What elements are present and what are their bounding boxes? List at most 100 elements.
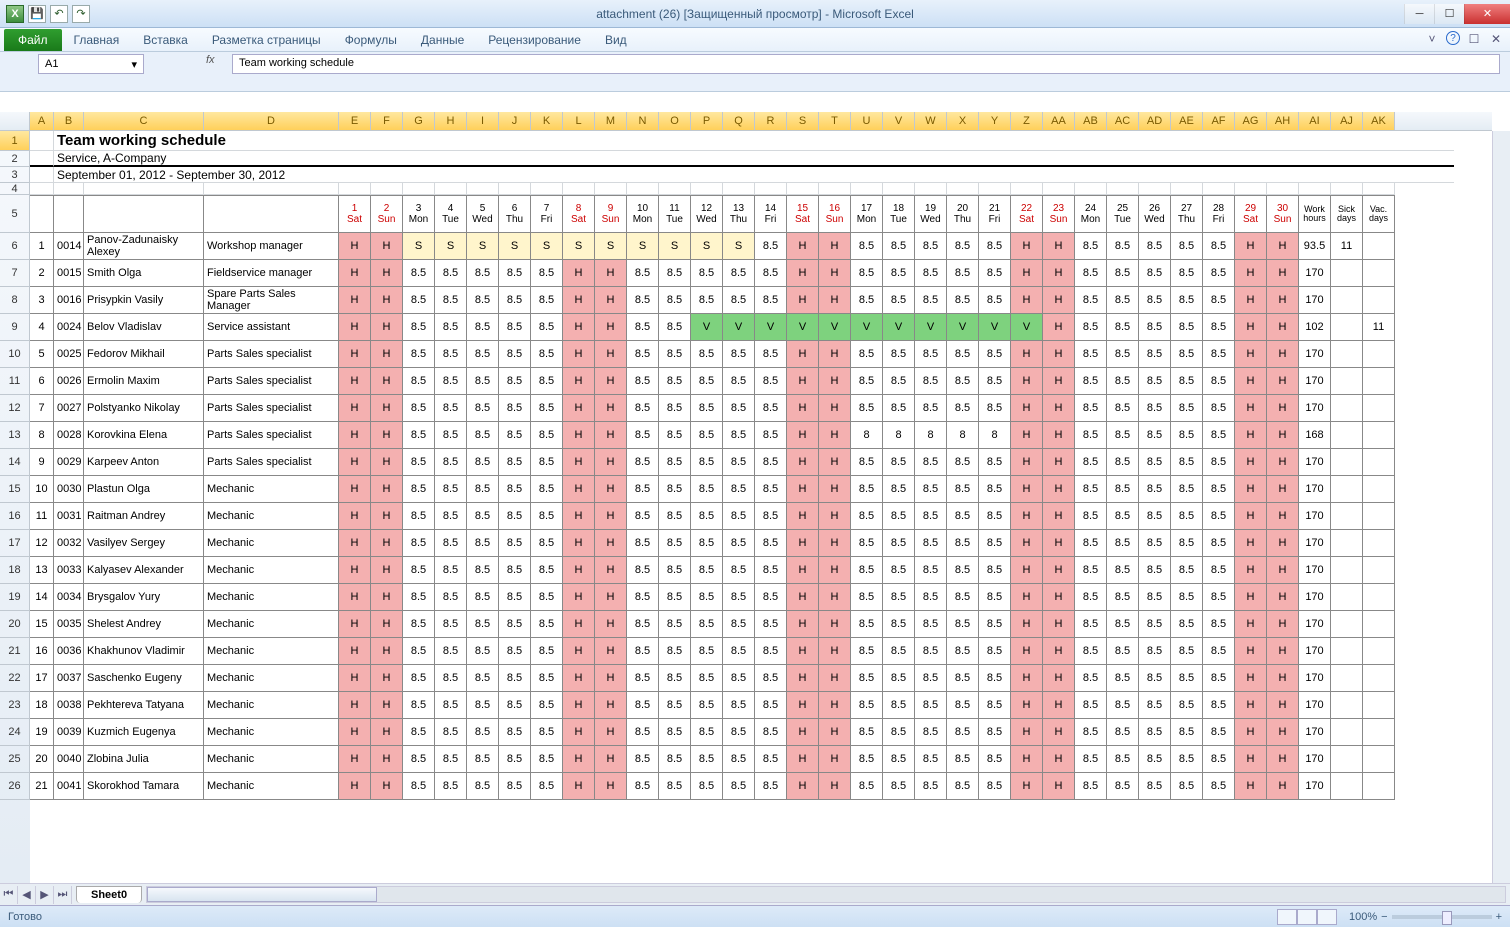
cell[interactable]: H — [1011, 341, 1043, 368]
cell[interactable]: Korovkina Elena — [84, 422, 204, 449]
cell[interactable]: 0036 — [54, 638, 84, 665]
cell[interactable]: Mechanic — [204, 638, 339, 665]
cell[interactable]: 8.5 — [403, 692, 435, 719]
cell[interactable]: 8.5 — [1107, 287, 1139, 314]
cell[interactable]: Mechanic — [204, 476, 339, 503]
cell[interactable]: H — [1235, 422, 1267, 449]
cell[interactable]: H — [339, 530, 371, 557]
cell[interactable]: Mechanic — [204, 773, 339, 800]
cell[interactable]: H — [371, 503, 403, 530]
cell[interactable]: 8.5 — [499, 341, 531, 368]
cell[interactable] — [691, 183, 723, 195]
cell[interactable]: H — [563, 773, 595, 800]
row-header-11[interactable]: 11 — [0, 368, 30, 395]
cell[interactable]: 8.5 — [755, 260, 787, 287]
cell[interactable]: 8 — [30, 422, 54, 449]
cell[interactable]: 8.5 — [1139, 341, 1171, 368]
cell[interactable] — [1331, 611, 1363, 638]
minimize-ribbon-icon[interactable]: ˅ — [1424, 31, 1440, 47]
day-header-15[interactable]: 15Sat — [787, 195, 819, 233]
cell[interactable]: 8.5 — [1203, 476, 1235, 503]
cell[interactable]: H — [1043, 233, 1075, 260]
cell[interactable]: 11 — [30, 503, 54, 530]
cell[interactable]: 8.5 — [627, 746, 659, 773]
cell[interactable]: 8.5 — [627, 422, 659, 449]
cell[interactable]: 8.5 — [467, 287, 499, 314]
cell[interactable]: H — [1267, 341, 1299, 368]
cell[interactable]: 8.5 — [1107, 719, 1139, 746]
cell[interactable]: 8.5 — [1139, 530, 1171, 557]
cell[interactable]: 8.5 — [691, 530, 723, 557]
row-header-21[interactable]: 21 — [0, 638, 30, 665]
cell[interactable]: 8.5 — [915, 368, 947, 395]
cell[interactable]: 10 — [30, 476, 54, 503]
cell[interactable]: 8.5 — [1139, 314, 1171, 341]
cell[interactable]: H — [1267, 422, 1299, 449]
col-header-Q[interactable]: Q — [723, 112, 755, 130]
cell[interactable]: H — [1011, 557, 1043, 584]
cell[interactable] — [1331, 260, 1363, 287]
cell[interactable]: H — [787, 395, 819, 422]
cell[interactable]: 8.5 — [723, 530, 755, 557]
cell[interactable]: H — [787, 692, 819, 719]
cell[interactable]: 170 — [1299, 287, 1331, 314]
cell[interactable]: 3 — [30, 287, 54, 314]
cell[interactable]: 8.5 — [755, 719, 787, 746]
cell[interactable]: 8.5 — [1075, 611, 1107, 638]
cell[interactable]: H — [787, 233, 819, 260]
cell[interactable]: 8.5 — [531, 476, 563, 503]
row-header-16[interactable]: 16 — [0, 503, 30, 530]
cell[interactable]: H — [1011, 503, 1043, 530]
sheet-tab[interactable]: Sheet0 — [76, 886, 142, 903]
col-header-AK[interactable]: AK — [1363, 112, 1395, 130]
cell[interactable]: 170 — [1299, 449, 1331, 476]
cell[interactable]: H — [339, 503, 371, 530]
ribbon-tab-5[interactable]: Рецензирование — [476, 29, 593, 51]
cell[interactable]: H — [563, 314, 595, 341]
cell[interactable]: H — [1267, 638, 1299, 665]
cell[interactable]: 8.5 — [915, 341, 947, 368]
cell[interactable]: 8.5 — [1107, 314, 1139, 341]
cell[interactable]: H — [595, 287, 627, 314]
cell[interactable]: 170 — [1299, 395, 1331, 422]
cell[interactable]: V — [851, 314, 883, 341]
cell[interactable]: 8.5 — [531, 557, 563, 584]
cell[interactable]: 8.5 — [755, 557, 787, 584]
cell[interactable]: H — [1235, 665, 1267, 692]
cell[interactable]: 8.5 — [1139, 422, 1171, 449]
cell[interactable]: V — [915, 314, 947, 341]
cell[interactable]: H — [1011, 746, 1043, 773]
cell[interactable]: 8 — [947, 422, 979, 449]
cell[interactable]: 8.5 — [499, 638, 531, 665]
cell[interactable]: 0024 — [54, 314, 84, 341]
cell[interactable]: H — [787, 719, 819, 746]
cell[interactable]: 8.5 — [851, 341, 883, 368]
cell[interactable]: 8.5 — [1139, 692, 1171, 719]
cell[interactable]: 8.5 — [723, 503, 755, 530]
cell[interactable]: V — [819, 314, 851, 341]
cell[interactable]: H — [563, 584, 595, 611]
cell[interactable]: H — [595, 584, 627, 611]
cell[interactable]: 0026 — [54, 368, 84, 395]
cell[interactable]: H — [787, 260, 819, 287]
cell[interactable]: 8.5 — [979, 530, 1011, 557]
cell[interactable]: H — [787, 611, 819, 638]
day-header-18[interactable]: 18Tue — [883, 195, 915, 233]
cell[interactable]: 8.5 — [403, 260, 435, 287]
cell[interactable]: H — [787, 557, 819, 584]
cell[interactable] — [883, 183, 915, 195]
cell[interactable]: 8.5 — [499, 395, 531, 422]
cell[interactable]: 8.5 — [1075, 422, 1107, 449]
cell[interactable]: 12 — [30, 530, 54, 557]
cell[interactable]: 8.5 — [883, 746, 915, 773]
cell[interactable]: 0032 — [54, 530, 84, 557]
cell[interactable]: 8.5 — [403, 557, 435, 584]
cell[interactable]: H — [339, 638, 371, 665]
cell[interactable] — [915, 183, 947, 195]
cell[interactable]: 8.5 — [915, 530, 947, 557]
day-header-23[interactable]: 23Sun — [1043, 195, 1075, 233]
undo-icon[interactable]: ↶ — [50, 5, 68, 23]
select-all-corner[interactable] — [0, 112, 30, 131]
cell[interactable] — [1363, 611, 1395, 638]
cell[interactable]: 8.5 — [723, 584, 755, 611]
